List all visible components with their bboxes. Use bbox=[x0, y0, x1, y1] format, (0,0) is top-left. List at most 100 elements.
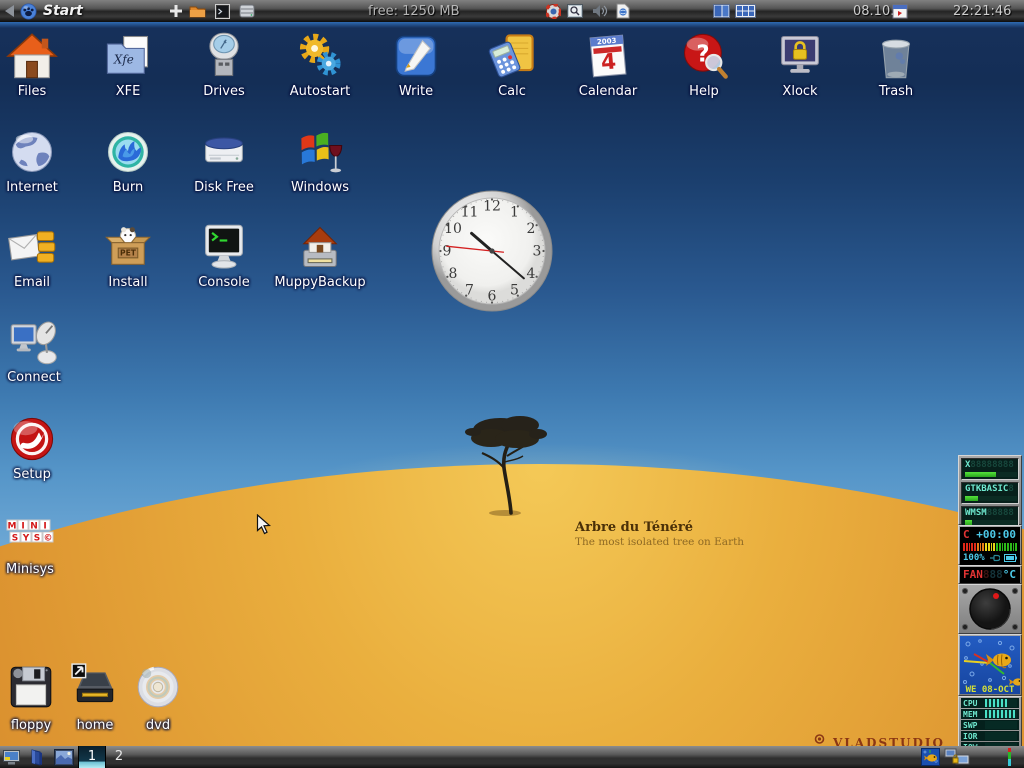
sysmon-row-ior: IOR bbox=[961, 731, 1019, 741]
browser-tray-button[interactable] bbox=[616, 0, 630, 22]
backup-house-icon bbox=[294, 221, 346, 273]
desktop-wallpaper: Arbre du Ténéré The most isolated tree o… bbox=[0, 22, 1024, 746]
svg-text:S: S bbox=[34, 534, 40, 544]
panel-collapse-button[interactable] bbox=[5, 0, 14, 22]
svg-text:8: 8 bbox=[449, 266, 458, 282]
desktop-icon-dvd[interactable]: dvd bbox=[126, 662, 190, 733]
drives-button[interactable] bbox=[239, 0, 255, 22]
desktop-icon-minisys[interactable]: M I N I S Y S © Minisys bbox=[0, 518, 78, 577]
desktop-icon-console[interactable]: Console bbox=[176, 221, 272, 290]
screenshot-tray-button[interactable] bbox=[567, 0, 583, 22]
tray-fish-applet[interactable] bbox=[921, 746, 940, 768]
desktop-screen: { "topbar": { "start_label": "Start", "f… bbox=[0, 0, 1024, 768]
start-button[interactable]: Start bbox=[20, 0, 83, 22]
taskbar-files-button[interactable] bbox=[29, 746, 43, 768]
free-memory-label: free: 1250 MB bbox=[368, 4, 460, 19]
desktop-icon-windows[interactable]: Windows bbox=[272, 126, 368, 195]
svg-text:©: © bbox=[44, 534, 53, 544]
svg-text:2: 2 bbox=[527, 221, 536, 237]
dockapp-fan-temp[interactable]: FAN888°C bbox=[958, 565, 1022, 584]
calendar-tray-button[interactable] bbox=[892, 0, 908, 22]
taskbar-image-button[interactable] bbox=[54, 746, 74, 768]
desktop-icon-drives[interactable]: Drives bbox=[176, 30, 272, 99]
fan-display: FAN888°C bbox=[960, 567, 1020, 583]
desktop-icon-autostart[interactable]: Autostart bbox=[272, 30, 368, 99]
svg-text:M: M bbox=[8, 522, 17, 532]
pager-workspace-1[interactable] bbox=[713, 0, 730, 22]
desktop-icon-home[interactable]: home bbox=[63, 662, 127, 733]
desktop-icon-setup[interactable]: Setup bbox=[0, 413, 80, 482]
desktop-icon-install[interactable]: PET Install bbox=[80, 221, 176, 290]
wallpaper-caption: Arbre du Ténéré The most isolated tree o… bbox=[575, 520, 744, 548]
desktop-icon-calendar[interactable]: 2003 4 Calendar bbox=[560, 30, 656, 99]
screen-magnifier-icon bbox=[567, 4, 583, 18]
envelope-icon bbox=[6, 221, 58, 273]
pager-workspace-grid[interactable] bbox=[735, 0, 756, 22]
floppy-disk-icon bbox=[6, 662, 56, 712]
trash-can-icon bbox=[870, 30, 922, 82]
wallpaper-title: Arbre du Ténéré bbox=[575, 520, 744, 535]
pet-package-icon: PET bbox=[102, 221, 154, 273]
free-memory-indicator: free: 1250 MB bbox=[368, 0, 460, 22]
desktop-icon-email[interactable]: Email bbox=[0, 221, 80, 290]
desktop-icon-muppybackup[interactable]: MuppyBackup bbox=[272, 221, 368, 290]
volume-tray-button[interactable] bbox=[592, 0, 609, 22]
analog-clock-face: 123456789101112 bbox=[430, 189, 554, 313]
xfe-folder-icon: Xfe bbox=[102, 30, 154, 82]
desktop-icon-connect[interactable]: Connect bbox=[0, 316, 82, 385]
speaker-icon bbox=[592, 4, 609, 18]
workspace-tab-1[interactable]: 1 bbox=[78, 746, 106, 768]
connect-dish-icon bbox=[8, 316, 60, 368]
show-desktop-button[interactable] bbox=[3, 746, 20, 768]
desktop-icon-help[interactable]: ? Help bbox=[656, 30, 752, 99]
sysmon-row-swp: SWP bbox=[961, 720, 1019, 730]
top-panel: Start f bbox=[0, 0, 1024, 22]
desktop-icon-diskfree[interactable]: Disk Free bbox=[176, 126, 272, 195]
show-desktop-icon bbox=[3, 750, 20, 765]
tree-silhouette bbox=[453, 406, 568, 518]
desktop-icon-internet[interactable]: Internet bbox=[0, 126, 80, 195]
sysmon-row-cpu: CPU bbox=[961, 698, 1019, 708]
lifebuoy-icon bbox=[546, 4, 561, 19]
start-label: Start bbox=[43, 3, 83, 19]
fish-clock-icon: WE 08-OCT bbox=[960, 636, 1020, 694]
terminal-icon bbox=[215, 4, 230, 19]
new-window-button[interactable] bbox=[169, 0, 183, 22]
desktop-icon-calc[interactable]: Calc bbox=[464, 30, 560, 99]
house-icon bbox=[6, 30, 58, 82]
dockapp-power-monitor[interactable]: C +00:00 100% bbox=[958, 525, 1022, 565]
desktop-icon-xlock[interactable]: Xlock bbox=[752, 30, 848, 99]
chevron-left-icon bbox=[5, 5, 14, 17]
terminal-button[interactable] bbox=[215, 0, 230, 22]
desktop-icon-trash[interactable]: Trash bbox=[848, 30, 944, 99]
file-manager-button[interactable] bbox=[189, 0, 206, 22]
svg-text:5: 5 bbox=[510, 283, 519, 299]
svg-text:1: 1 bbox=[510, 205, 519, 221]
dockapp-fish-clock[interactable]: WE 08-OCT bbox=[958, 634, 1022, 696]
desktop-icon-files[interactable]: Files bbox=[0, 30, 80, 99]
document-globe-icon bbox=[616, 3, 630, 19]
fish-clock-caption: WE 08-OCT bbox=[966, 685, 1015, 694]
workspace-tab-2[interactable]: 2 bbox=[106, 746, 132, 768]
desktop-icon-write[interactable]: Write bbox=[368, 30, 464, 99]
power-display: C +00:00 100% bbox=[960, 527, 1020, 565]
wallpaper-subtitle: The most isolated tree on Earth bbox=[575, 536, 744, 548]
dockapp-knob-button[interactable] bbox=[958, 584, 1022, 634]
battery-percent: 100% bbox=[963, 553, 985, 563]
desktop-icon-xfe[interactable]: Xfe XFE bbox=[80, 30, 176, 99]
desktop-icon-floppy[interactable]: floppy bbox=[0, 662, 63, 733]
globe-icon bbox=[6, 126, 58, 178]
monitor-row-x: X88888888 bbox=[961, 458, 1019, 480]
svg-text:11: 11 bbox=[461, 205, 479, 221]
analog-clock-widget[interactable]: 123456789101112 bbox=[430, 189, 554, 317]
help-tray-button[interactable] bbox=[546, 0, 561, 22]
tray-network-applet[interactable] bbox=[944, 746, 970, 768]
date-label: 08.10. bbox=[853, 4, 894, 19]
dockapp-sysmon[interactable]: CPU MEM SWP IOR IOW bbox=[958, 696, 1022, 746]
dockapp-wmsm-monitor[interactable]: X88888888 GTKBASIC8 WMSM88888 bbox=[958, 455, 1022, 525]
svg-text:10: 10 bbox=[444, 221, 462, 237]
svg-text:S: S bbox=[12, 534, 18, 544]
desktop-icon-burn[interactable]: Burn bbox=[80, 126, 176, 195]
folder-icon bbox=[189, 4, 206, 18]
vladstudio-logo-icon bbox=[812, 734, 827, 746]
